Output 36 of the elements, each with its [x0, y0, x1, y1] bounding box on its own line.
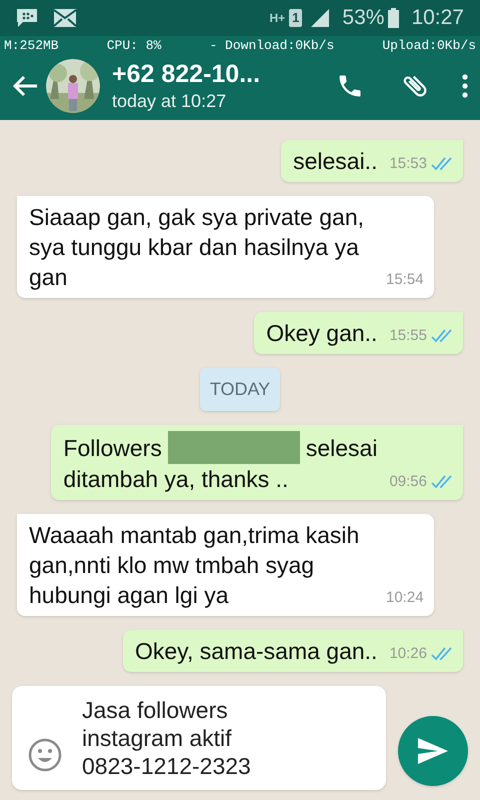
more-options-icon[interactable]	[462, 74, 468, 98]
chat-icon	[16, 8, 38, 28]
send-icon	[418, 738, 448, 764]
message-input-text: Jasa followers instagram aktif 0823-1212-2323	[82, 696, 251, 780]
message-text: Okey gan..	[266, 319, 378, 348]
battery-percentage: 53%	[342, 5, 384, 32]
back-icon[interactable]	[12, 75, 38, 97]
monitor-reading: M:252MB	[4, 38, 59, 54]
contact-name[interactable]: +62 822-10...	[112, 59, 336, 89]
emoji-icon[interactable]	[28, 738, 62, 772]
date-chip: TODAY	[200, 368, 280, 411]
message-text: selesai..	[293, 147, 378, 176]
monitor-reading: - Download:0Kb/s	[209, 38, 334, 54]
message-time: 15:53	[389, 154, 427, 174]
message-text: Siaaap gan, gak sya private gan, sya tunggu kbar dan hasilnya ya gan	[29, 203, 366, 292]
message-time: 10:26	[389, 644, 427, 664]
battery-icon	[388, 8, 400, 28]
last-seen: today at 10:27	[112, 90, 228, 113]
status-time: 10:27	[411, 5, 464, 32]
message-input-field[interactable]: Jasa followers instagram aktif 0823-1212-2323	[12, 686, 386, 790]
message-time: 10:24	[386, 588, 424, 608]
message-text: Waaaah mantab gan,trima kasih gan,nnti klo mw tmbah syag hubungi agan lgi ya	[29, 521, 360, 610]
signal-icon	[310, 9, 330, 27]
message-time: 09:56	[389, 472, 427, 492]
message-text: selesai	[306, 434, 378, 462]
send-button[interactable]	[398, 716, 468, 786]
monitor-reading: Upload:0Kb/s	[382, 38, 476, 54]
network-type: H+	[269, 12, 286, 24]
message-text: ditambah ya, thanks ..	[63, 465, 288, 494]
message-time: 15:54	[386, 270, 424, 290]
monitor-reading: CPU: 8%	[106, 38, 162, 54]
mail-icon	[54, 9, 76, 27]
sim-indicator: 1	[289, 9, 302, 27]
message-text: Followers	[63, 434, 162, 462]
message-text: Okey, sama-sama gan..	[135, 637, 378, 666]
message-time: 15:55	[389, 326, 427, 346]
